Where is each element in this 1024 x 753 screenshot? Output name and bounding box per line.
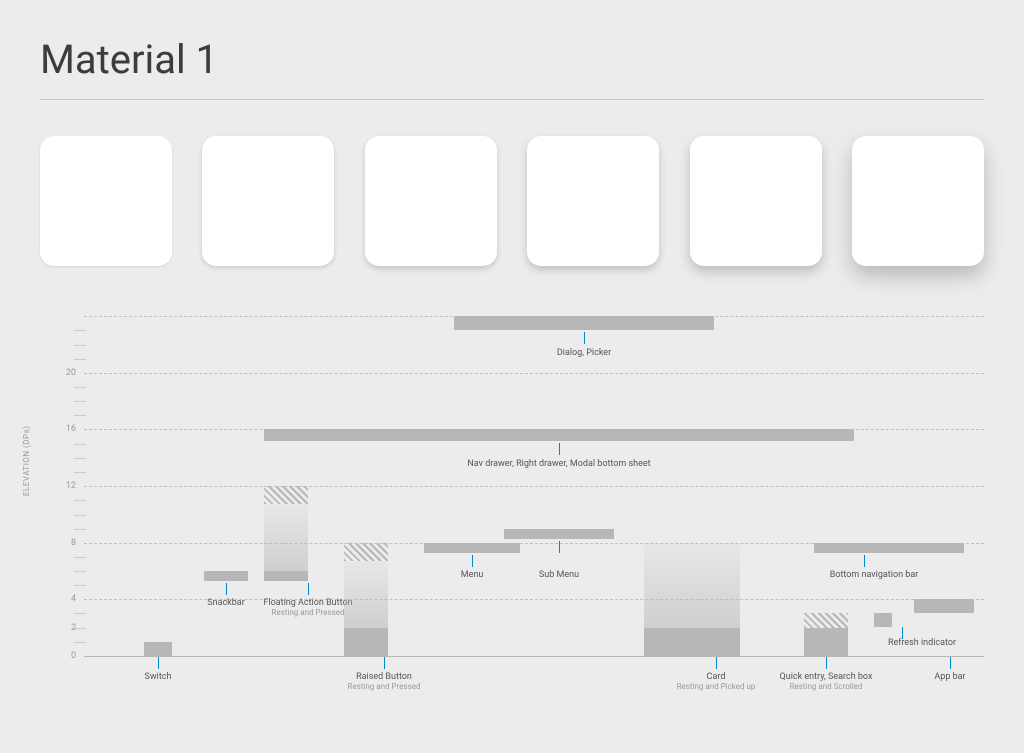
elevation-card [202, 136, 334, 266]
label-dialog: Dialog, Picker [557, 348, 611, 358]
tick-icon [716, 657, 717, 669]
label-submenu: Sub Menu [539, 570, 579, 580]
bar-card-rest [644, 628, 740, 656]
elevation-cards-row [40, 136, 984, 266]
label-navdrawer: Nav drawer, Right drawer, Modal bottom s… [467, 459, 650, 469]
label-snackbar: Snackbar [207, 598, 244, 608]
elevation-card [852, 136, 984, 266]
elevation-chart: ELEVATION (DPs) [40, 316, 984, 696]
elevation-card [690, 136, 822, 266]
y-tick-label: 16 [66, 424, 76, 434]
bar-refresh [874, 613, 892, 627]
tick-icon [472, 555, 473, 567]
y-tick-label: 20 [66, 368, 76, 378]
label-fab: Floating Action ButtonResting and Presse… [263, 598, 352, 617]
bar-raised-range [344, 561, 388, 628]
y-tick-label: 12 [66, 481, 76, 491]
y-tick-label: 2 [71, 623, 76, 633]
y-tick-label: 0 [71, 651, 76, 661]
y-axis-title: ELEVATION (DPs) [22, 425, 31, 496]
label-appbar: App bar [934, 672, 965, 682]
bar-quick-scrolled [804, 613, 848, 628]
elevation-card [365, 136, 497, 266]
tick-icon [559, 443, 560, 455]
label-raised: Raised ButtonResting and Pressed [348, 672, 421, 691]
bar-fab-pressed [264, 486, 308, 504]
label-quick: Quick entry, Search boxResting and Scrol… [780, 672, 873, 691]
tick-icon [226, 583, 227, 595]
elevation-card [527, 136, 659, 266]
bar-bottomnav [814, 543, 964, 553]
bar-fab-range [264, 504, 308, 571]
bar-dialog [454, 316, 714, 330]
bar-fab-rest [264, 571, 308, 581]
bar-appbar [914, 599, 974, 613]
label-card: CardResting and Picked up [677, 672, 756, 691]
label-bottomnav: Bottom navigation bar [830, 570, 919, 580]
bar-raised-pressed [344, 543, 388, 561]
elevation-card [40, 136, 172, 266]
label-switch: Switch [145, 672, 172, 682]
bar-submenu [504, 529, 614, 539]
bar-card-range [644, 543, 740, 628]
tick-icon [308, 583, 309, 595]
bar-switch [144, 642, 172, 656]
tick-icon [950, 657, 951, 669]
y-tick-label: 8 [71, 538, 76, 548]
tick-icon [584, 332, 585, 344]
bar-snackbar [204, 571, 248, 581]
tick-icon [864, 555, 865, 567]
bar-raised-rest [344, 628, 388, 656]
y-tick-label: 4 [71, 594, 76, 604]
tick-icon [826, 657, 827, 669]
bar-menu [424, 543, 520, 553]
tick-icon [384, 657, 385, 669]
bar-navdrawer [264, 429, 854, 441]
baseline [84, 656, 984, 657]
divider [40, 99, 984, 100]
tick-icon [158, 657, 159, 669]
bar-quick-rest [804, 628, 848, 656]
plot-area: 0 2 4 8 12 16 20 Dialog, Picker Nav draw… [84, 316, 984, 656]
tick-icon [559, 541, 560, 553]
label-refresh: Refresh indicator [888, 638, 956, 648]
label-menu: Menu [461, 570, 484, 580]
page-title: Material 1 [40, 36, 984, 83]
